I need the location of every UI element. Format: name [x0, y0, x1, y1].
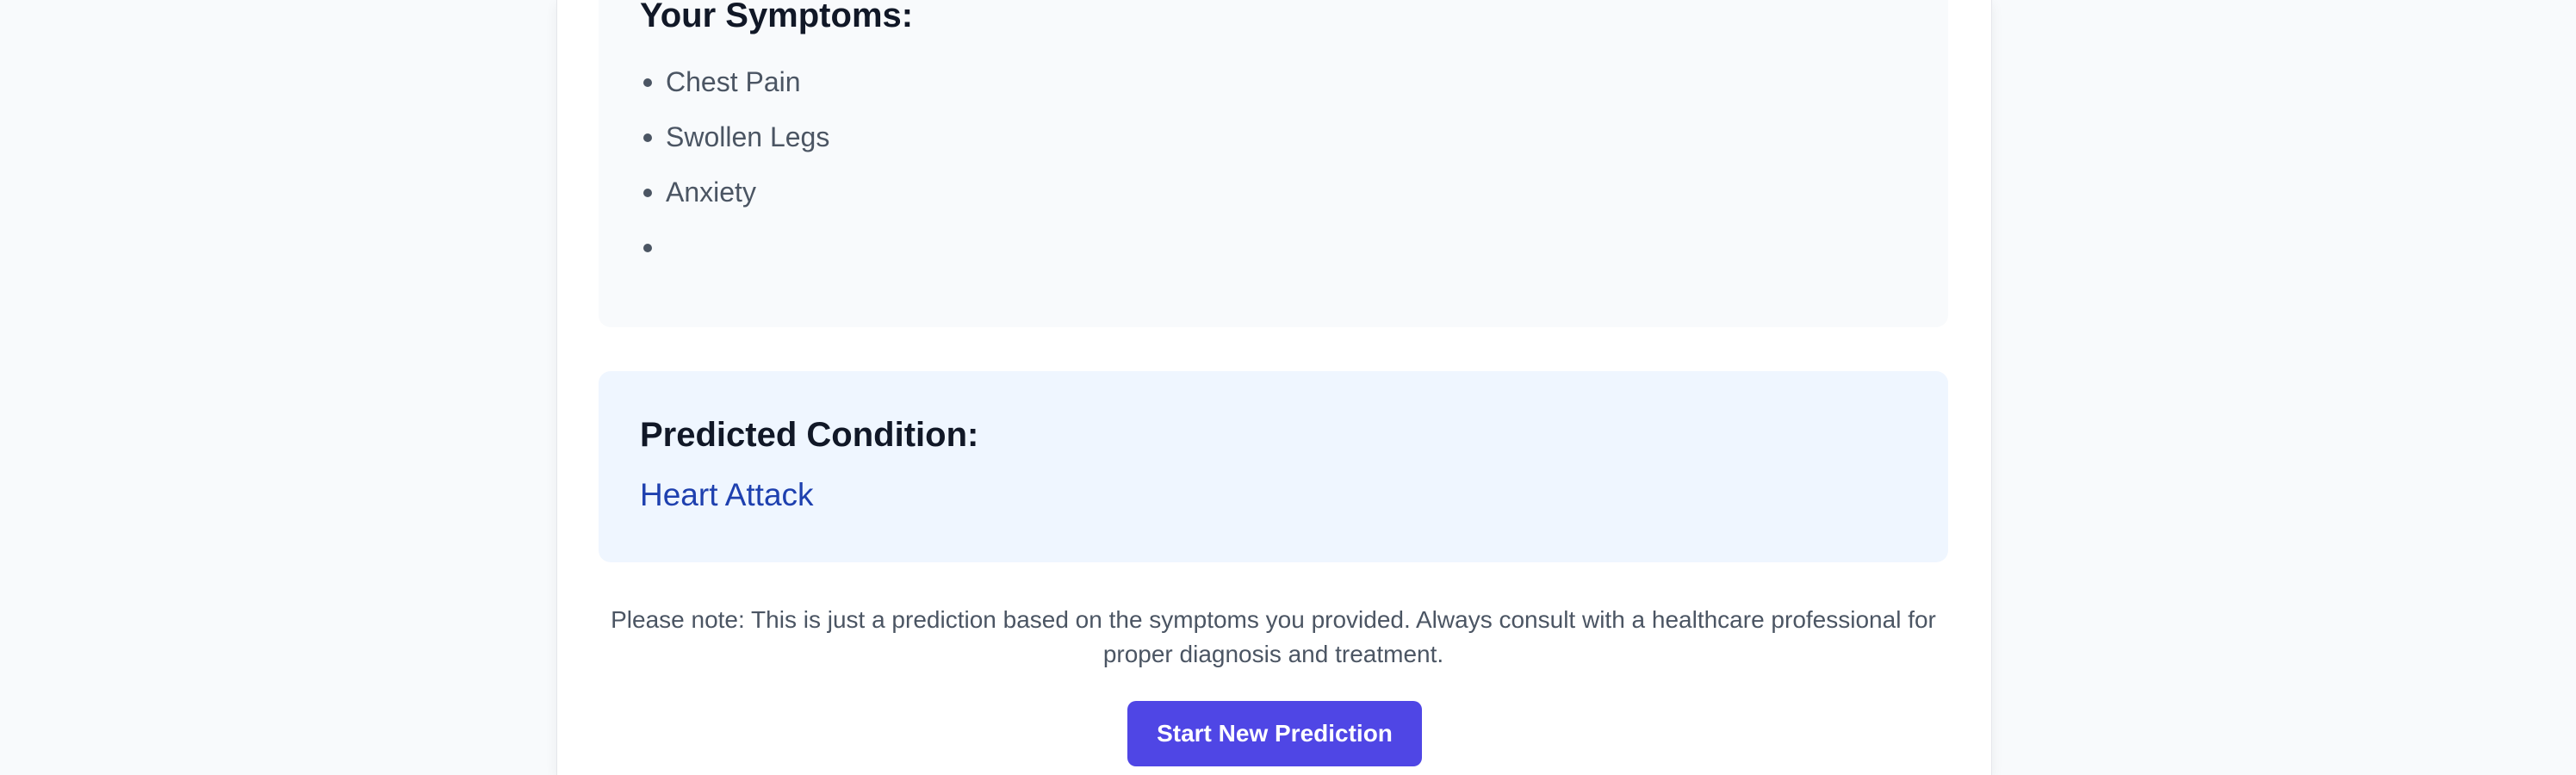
symptom-item: Chest Pain: [624, 64, 829, 119]
bullet-icon: [643, 78, 652, 87]
bullet-icon: [643, 189, 652, 197]
disclaimer-note: Please note: This is just a prediction b…: [611, 606, 1936, 667]
symptom-list: Chest Pain Swollen Legs Anxiety: [624, 64, 829, 284]
results-card: Your Symptoms: Chest Pain Swollen Legs A…: [556, 0, 1992, 775]
prediction-heading: Predicted Condition:: [640, 416, 979, 454]
page: Your Symptoms: Chest Pain Swollen Legs A…: [0, 0, 2576, 775]
symptom-item: [624, 229, 829, 284]
symptom-label: Chest Pain: [666, 66, 801, 97]
symptom-label: Anxiety: [666, 177, 756, 208]
symptoms-heading: Your Symptoms:: [640, 0, 914, 34]
symptom-item: Anxiety: [624, 174, 829, 229]
symptom-item: Swollen Legs: [624, 119, 829, 174]
start-new-prediction-button[interactable]: Start New Prediction: [1127, 701, 1422, 766]
bullet-icon: [643, 133, 652, 142]
predicted-condition: Heart Attack: [640, 477, 814, 512]
bullet-icon: [643, 244, 652, 252]
symptoms-section: Your Symptoms: Chest Pain Swollen Legs A…: [599, 0, 1948, 327]
prediction-section: Predicted Condition: Heart Attack: [599, 371, 1948, 562]
symptom-label: Swollen Legs: [666, 121, 830, 152]
